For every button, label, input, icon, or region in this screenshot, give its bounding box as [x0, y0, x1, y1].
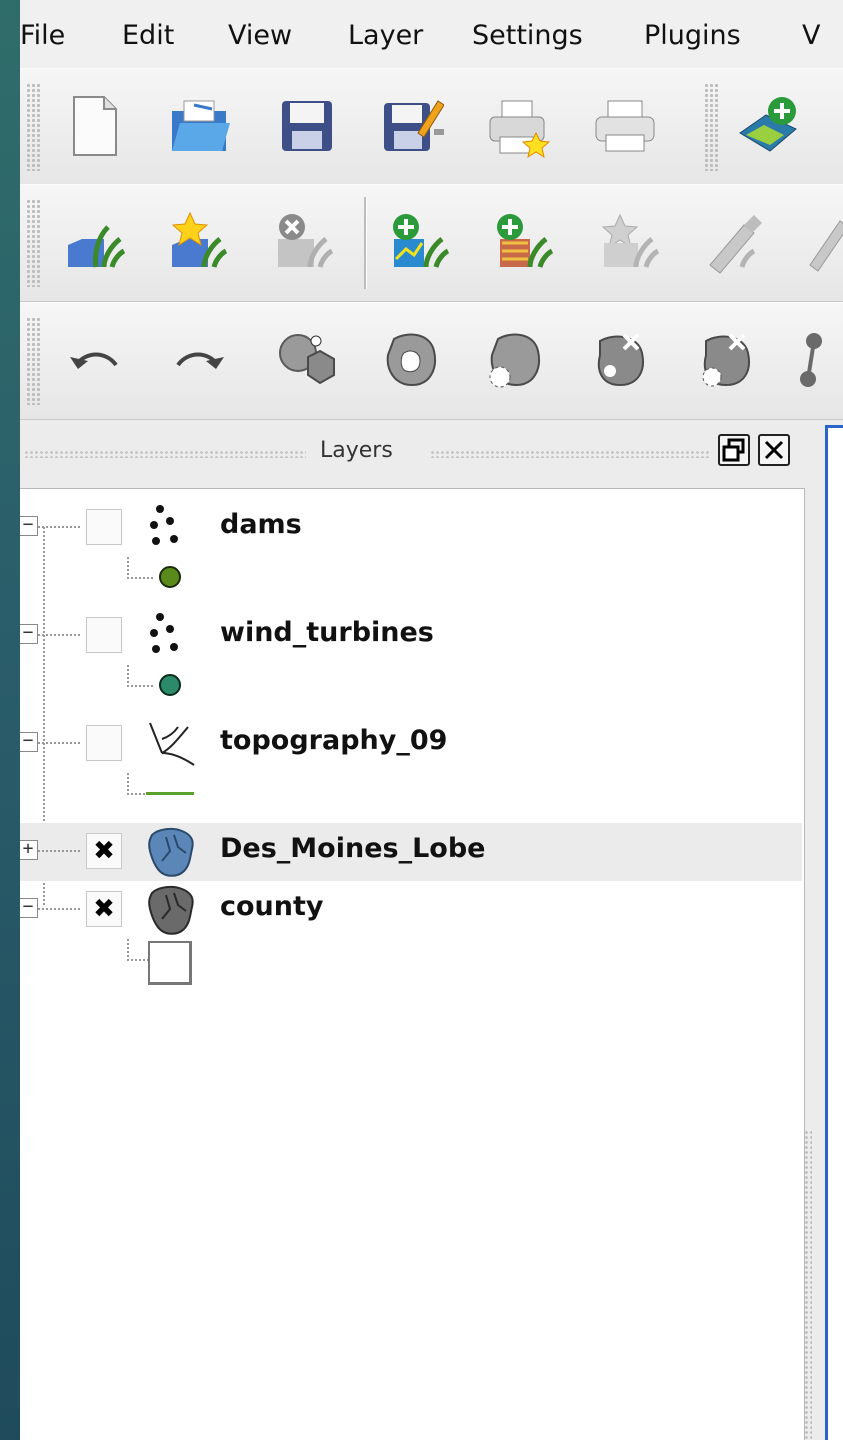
- float-panel-button[interactable]: [718, 434, 750, 466]
- layer-row-county[interactable]: − ✖ county: [20, 881, 802, 939]
- menu-plugins[interactable]: Plugins: [644, 20, 741, 51]
- collapse-icon[interactable]: −: [20, 732, 38, 752]
- add-vector-layer-icon[interactable]: [736, 93, 802, 159]
- tree-connector: [127, 685, 155, 687]
- add-layer-icon[interactable]: [62, 209, 128, 275]
- digitize-icon[interactable]: [804, 209, 843, 275]
- menu-layer[interactable]: Layer: [348, 20, 423, 51]
- layer-name[interactable]: county: [220, 891, 324, 922]
- restore-icon: [722, 438, 745, 462]
- edit-toolbar: [20, 302, 843, 420]
- layer-toolbar: [20, 184, 843, 302]
- tree-connector: [38, 850, 82, 852]
- tree-connector: [127, 939, 129, 959]
- add-raster-layer-icon[interactable]: [386, 209, 452, 275]
- tree-connector: [38, 526, 82, 528]
- title-grip: [430, 450, 710, 458]
- tree-connector: [38, 634, 82, 636]
- polygon-layer-icon: [148, 885, 194, 935]
- tree-connector: [38, 908, 82, 910]
- line-symbol: [146, 792, 194, 795]
- redo-icon[interactable]: [166, 327, 232, 393]
- point-layer-icon: [150, 505, 178, 545]
- toggle-editing-icon[interactable]: [700, 209, 766, 275]
- layer-row-topography[interactable]: − topography_09: [20, 715, 802, 773]
- close-icon: [764, 440, 784, 460]
- fill-symbol: [148, 941, 192, 985]
- add-part-icon[interactable]: [274, 327, 340, 393]
- point-symbol-icon: [159, 674, 181, 696]
- point-symbol-icon: [159, 566, 181, 588]
- layer-name[interactable]: wind_turbines: [220, 617, 434, 648]
- remove-layer-icon[interactable]: [272, 209, 338, 275]
- close-panel-button[interactable]: [758, 434, 790, 466]
- layer-visibility-checkbox[interactable]: ✖: [86, 833, 122, 869]
- layer-tree[interactable]: − dams − wind_turbines − topography_09 +…: [20, 488, 805, 1440]
- toolbar-grip[interactable]: [704, 83, 720, 171]
- tree-connector: [127, 557, 129, 577]
- tree-connector: [127, 773, 129, 793]
- layer-visibility-checkbox[interactable]: [86, 617, 122, 653]
- delete-part-icon[interactable]: [590, 327, 656, 393]
- node-tool-icon[interactable]: [800, 327, 843, 393]
- tree-connector: [127, 665, 129, 685]
- legend-row-dams: [20, 557, 420, 601]
- title-grip: [24, 450, 306, 458]
- menu-truncated[interactable]: V: [802, 20, 820, 51]
- layer-name[interactable]: dams: [220, 509, 302, 540]
- tree-connector: [127, 577, 155, 579]
- file-toolbar: [20, 68, 843, 186]
- layer-row-wind-turbines[interactable]: − wind_turbines: [20, 607, 802, 665]
- qgis-window: File Edit View Layer Settings Plugins V: [20, 0, 843, 1440]
- add-wms-layer-icon[interactable]: [596, 209, 662, 275]
- new-print-composer-icon[interactable]: [486, 93, 552, 159]
- layer-visibility-checkbox[interactable]: ✖: [86, 891, 122, 927]
- toolbar-grip[interactable]: [26, 199, 42, 287]
- splitter-grip[interactable]: [804, 1130, 812, 1440]
- collapse-icon[interactable]: −: [20, 624, 38, 644]
- undo-icon[interactable]: [62, 327, 128, 393]
- layers-panel: Layers − dams − wind_turbines − topograp…: [20, 420, 810, 1440]
- map-canvas[interactable]: [825, 425, 843, 1440]
- layer-visibility-checkbox[interactable]: [86, 725, 122, 761]
- add-favorite-layer-icon[interactable]: [166, 209, 232, 275]
- tree-connector: [38, 742, 82, 744]
- print-composer-icon[interactable]: [592, 93, 658, 159]
- point-layer-icon: [150, 613, 178, 653]
- toolbar-grip[interactable]: [26, 83, 42, 171]
- toolbar-grip[interactable]: [26, 317, 42, 405]
- delete-ring-icon[interactable]: [696, 327, 762, 393]
- add-ring-icon[interactable]: [380, 327, 446, 393]
- layer-row-des-moines-lobe[interactable]: + ✖ Des_Moines_Lobe: [20, 823, 802, 881]
- menu-file[interactable]: File: [20, 20, 65, 51]
- legend-row-wind-turbines: [20, 665, 420, 709]
- collapse-icon[interactable]: −: [20, 898, 38, 918]
- add-postgis-layer-icon[interactable]: [490, 209, 556, 275]
- new-project-icon[interactable]: [62, 93, 128, 159]
- polygon-layer-icon: [148, 827, 194, 877]
- layers-panel-title: Layers: [320, 438, 393, 463]
- layers-panel-title-bar[interactable]: Layers: [20, 420, 810, 486]
- layer-name[interactable]: topography_09: [220, 725, 447, 756]
- expand-icon[interactable]: +: [20, 840, 38, 860]
- line-layer-icon: [149, 722, 195, 766]
- toolbar-separator: [364, 197, 367, 289]
- tree-connector: [127, 959, 149, 961]
- save-project-icon[interactable]: [274, 93, 340, 159]
- layer-name[interactable]: Des_Moines_Lobe: [220, 833, 485, 864]
- open-project-icon[interactable]: [166, 93, 232, 159]
- legend-row-county: [20, 939, 420, 985]
- menu-settings[interactable]: Settings: [472, 20, 583, 51]
- layer-row-dams[interactable]: − dams: [20, 499, 802, 557]
- collapse-icon[interactable]: −: [20, 516, 38, 536]
- layer-visibility-checkbox[interactable]: [86, 509, 122, 545]
- menu-edit[interactable]: Edit: [122, 20, 174, 51]
- simplify-feature-icon[interactable]: [484, 327, 550, 393]
- menu-view[interactable]: View: [228, 20, 292, 51]
- legend-row-topography: [20, 773, 420, 817]
- save-as-icon[interactable]: [378, 93, 444, 159]
- menu-bar: File Edit View Layer Settings Plugins V: [20, 0, 843, 69]
